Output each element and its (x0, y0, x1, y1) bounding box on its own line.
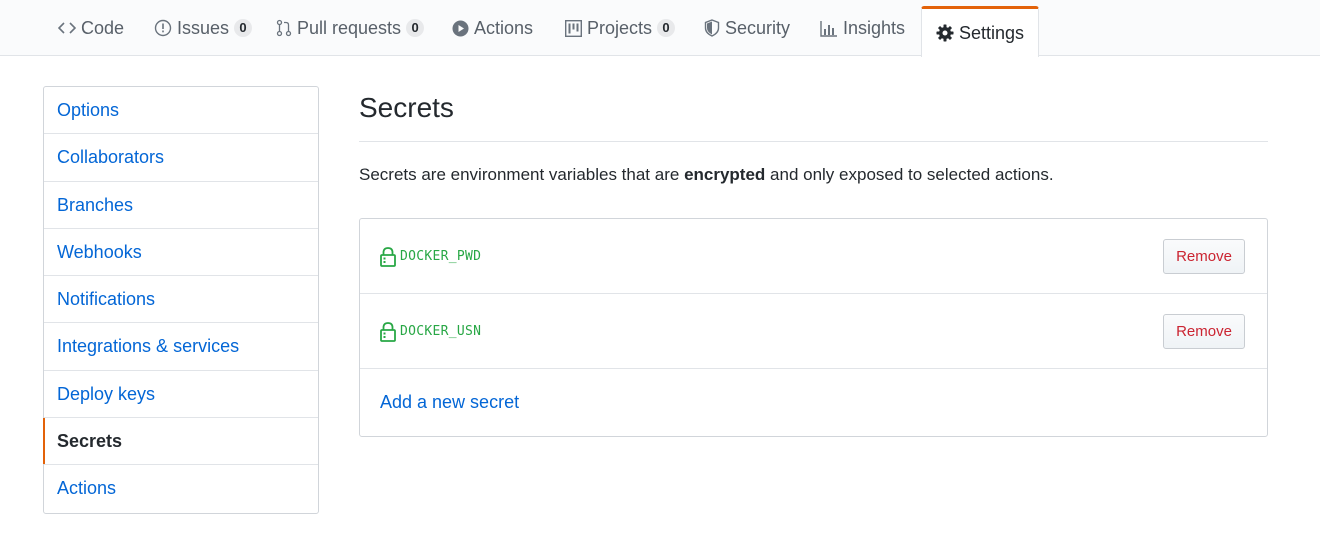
tab-actions[interactable]: Actions (452, 0, 533, 56)
sidebar-item-options[interactable]: Options (44, 87, 318, 135)
projects-counter: 0 (657, 19, 676, 37)
tab-security[interactable]: Security (704, 0, 790, 56)
sidebar-item-integrations[interactable]: Integrations & services (44, 323, 318, 371)
add-secret-link[interactable]: Add a new secret (380, 392, 519, 413)
code-icon (58, 21, 76, 35)
gear-icon (936, 24, 954, 42)
sidebar-item-collaborators[interactable]: Collaborators (44, 134, 318, 182)
tab-label: Issues (177, 17, 230, 38)
secrets-list: DOCKER_PWD Remove DOCKER_USN Remove Add … (359, 218, 1268, 437)
remove-secret-button[interactable]: Remove (1163, 239, 1245, 274)
secret-name: DOCKER_PWD (400, 249, 482, 264)
secret-row: DOCKER_PWD Remove (360, 219, 1267, 294)
tab-label: Pull requests (297, 17, 402, 38)
sidebar-item-branches[interactable]: Branches (44, 182, 318, 229)
sidebar-item-notifications[interactable]: Notifications (44, 276, 318, 324)
sidebar-item-webhooks[interactable]: Webhooks (44, 229, 318, 277)
tab-insights[interactable]: Insights (820, 0, 905, 56)
title-divider (359, 141, 1268, 142)
repo-nav: Code Issues 0 Pull requests 0 Actions Pr… (0, 0, 1320, 57)
tab-label: Settings (959, 22, 1025, 43)
graph-icon (820, 20, 838, 37)
tab-code[interactable]: Code (58, 0, 124, 56)
description-text-end: and only exposed to selected actions. (765, 165, 1054, 184)
issues-counter: 0 (234, 19, 253, 37)
tab-label: Security (725, 17, 791, 38)
play-icon (452, 20, 469, 37)
lock-icon (380, 247, 396, 267)
tab-label: Insights (843, 17, 906, 38)
secret-row: DOCKER_USN Remove (360, 294, 1267, 369)
tab-pull-requests[interactable]: Pull requests 0 (276, 0, 425, 56)
description-text: Secrets are environment variables that a… (359, 165, 685, 184)
sidebar-item-deploy-keys[interactable]: Deploy keys (44, 371, 318, 419)
tab-projects[interactable]: Projects 0 (565, 0, 676, 56)
tab-label: Code (81, 17, 125, 38)
tab-label: Projects (587, 17, 653, 38)
tab-issues[interactable]: Issues 0 (154, 0, 253, 56)
secrets-description: Secrets are environment variables that a… (359, 165, 1054, 185)
tab-settings[interactable]: Settings (921, 6, 1040, 57)
sidebar-item-actions[interactable]: Actions (44, 465, 318, 512)
secret-name: DOCKER_USN (400, 324, 482, 339)
issue-opened-icon (154, 19, 172, 37)
project-icon (565, 19, 582, 37)
tab-label: Actions (474, 17, 534, 38)
shield-icon (704, 19, 720, 37)
description-emphasis: encrypted (684, 165, 766, 184)
lock-icon (380, 322, 396, 342)
page-title: Secrets (359, 92, 454, 123)
sidebar-item-secrets[interactable]: Secrets (43, 418, 318, 466)
git-pull-request-icon (276, 19, 292, 37)
remove-secret-button[interactable]: Remove (1163, 314, 1245, 349)
pull-requests-counter: 0 (406, 19, 425, 37)
settings-sidebar: Options Collaborators Branches Webhooks … (43, 86, 319, 514)
